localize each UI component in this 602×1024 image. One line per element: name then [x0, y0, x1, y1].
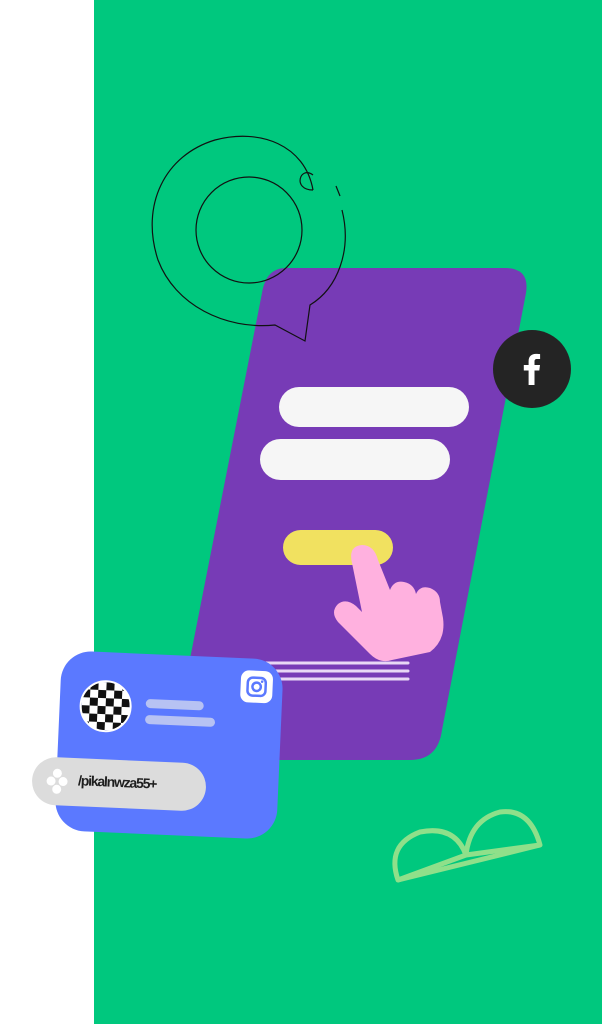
leaf-outline-icon [392, 809, 543, 883]
